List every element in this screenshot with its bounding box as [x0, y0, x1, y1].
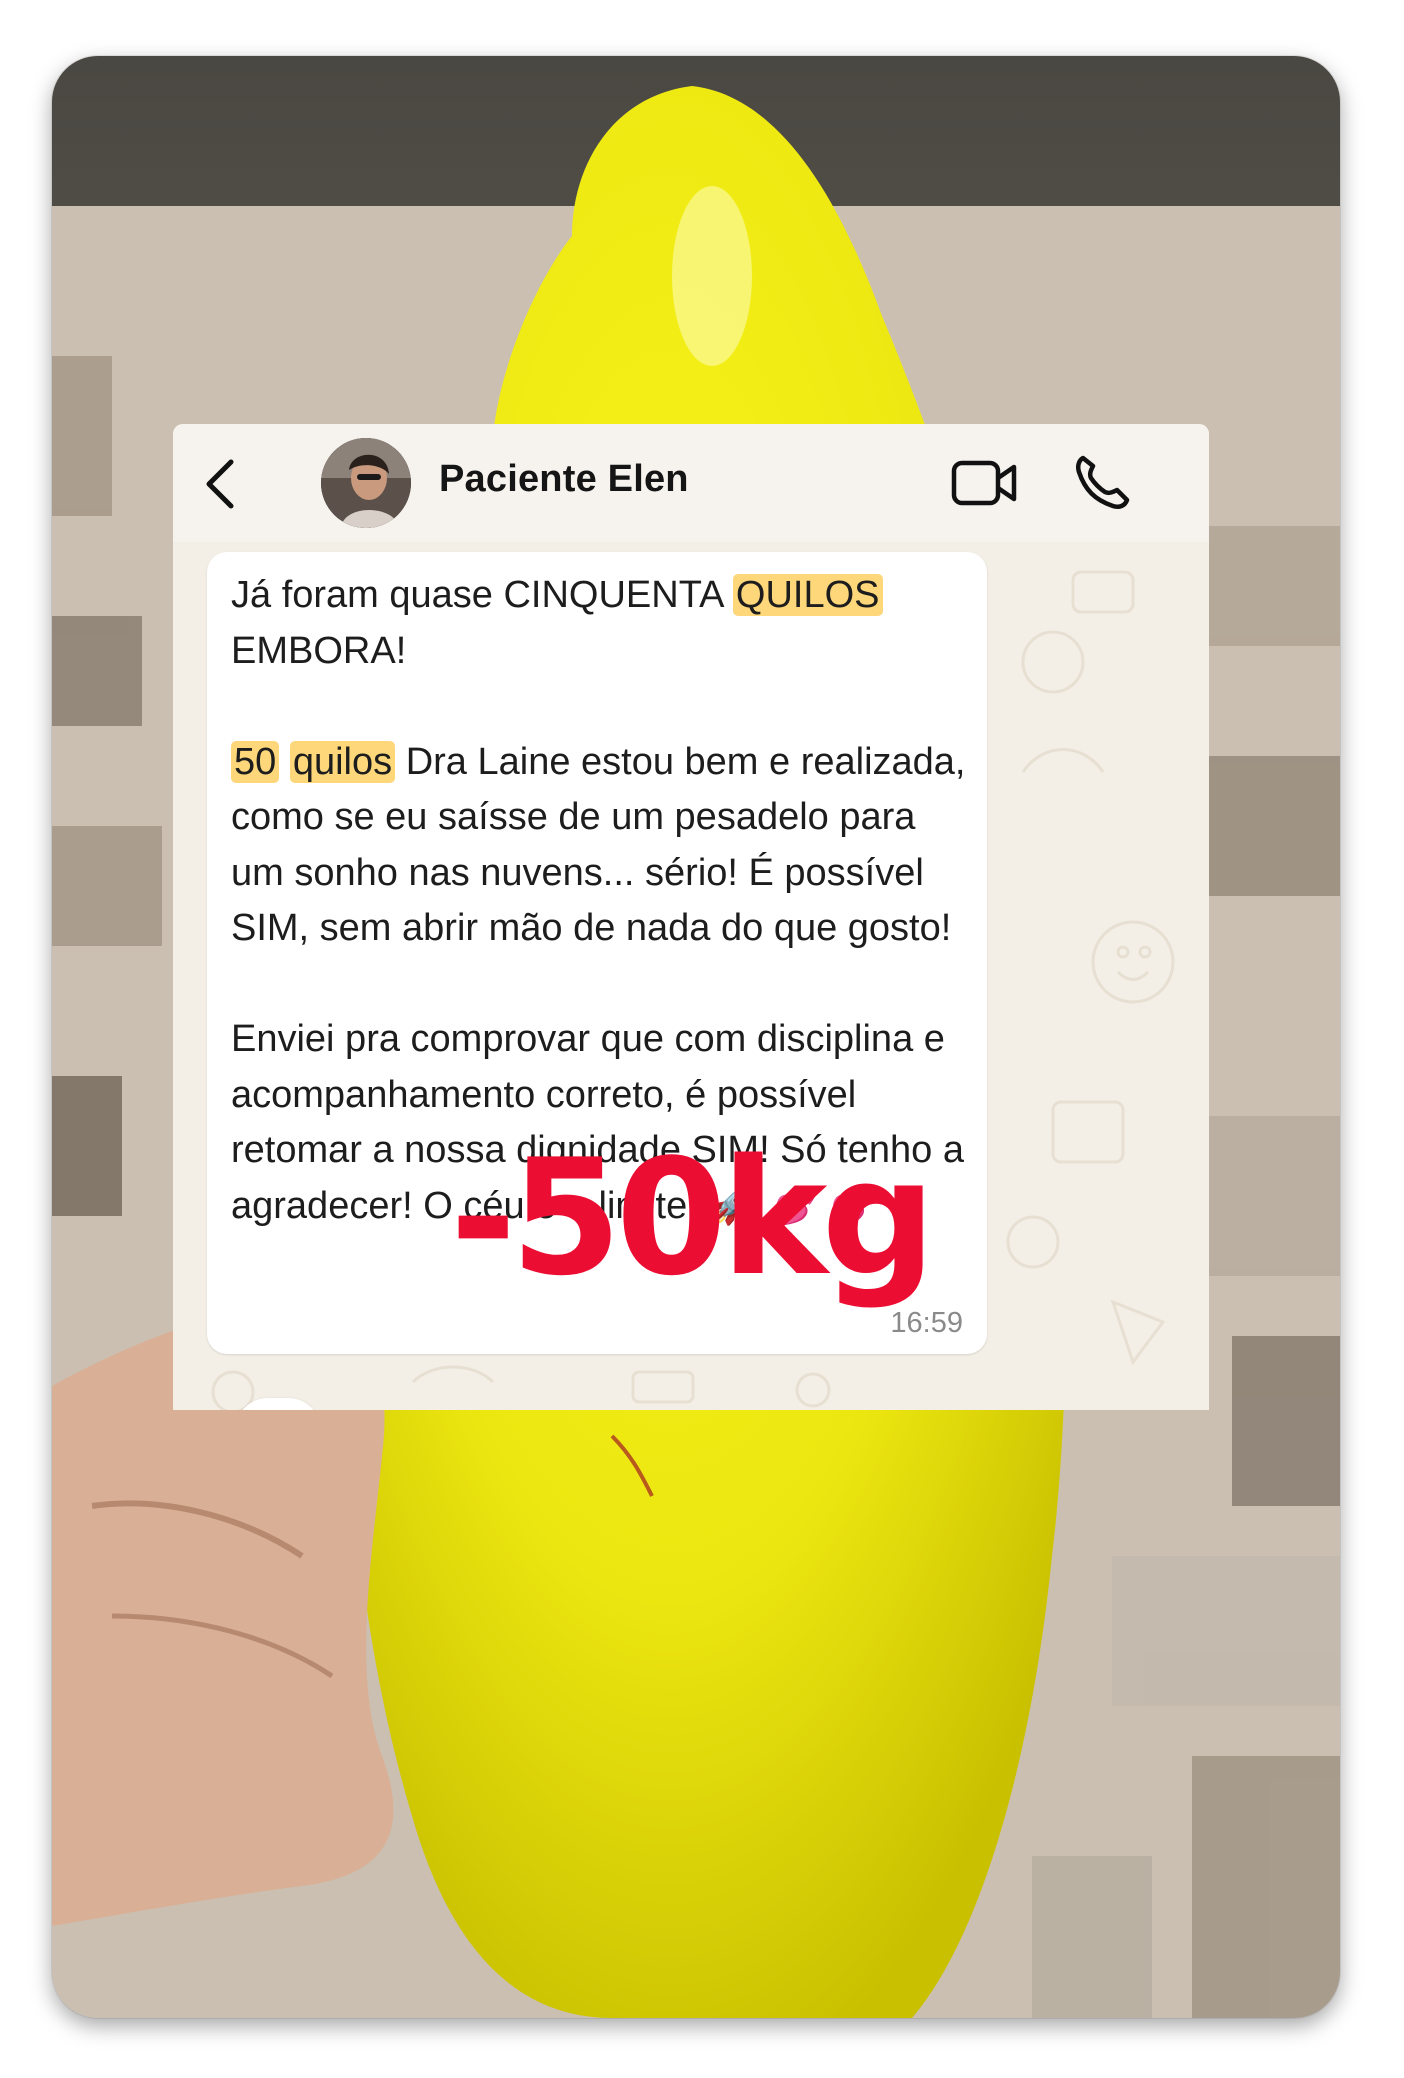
- highlight: quilos: [289, 740, 396, 783]
- message-timestamp: 16:59: [890, 1307, 963, 1339]
- video-camera-icon: [951, 460, 1017, 506]
- highlight: QUILOS: [732, 574, 883, 616]
- avatar[interactable]: [321, 438, 411, 528]
- chevron-left-icon: [206, 459, 234, 509]
- voice-call-button[interactable]: [1073, 452, 1131, 512]
- weight-loss-overlay: -50kg: [450, 1124, 936, 1311]
- highlight: 50: [231, 740, 280, 783]
- message-line: EMBORA!: [231, 629, 407, 672]
- chat-header: Paciente Elen: [173, 424, 1209, 542]
- back-button[interactable]: [195, 456, 245, 512]
- avatar-photo: [321, 438, 411, 528]
- phone-icon: [1075, 455, 1130, 509]
- story-card: Paciente Elen Já foram quase CINQUENTA Q…: [52, 56, 1340, 2018]
- video-call-button[interactable]: [951, 458, 1017, 508]
- message-line: Já foram quase CINQUENTA: [231, 574, 733, 616]
- contact-name[interactable]: Paciente Elen: [439, 458, 689, 501]
